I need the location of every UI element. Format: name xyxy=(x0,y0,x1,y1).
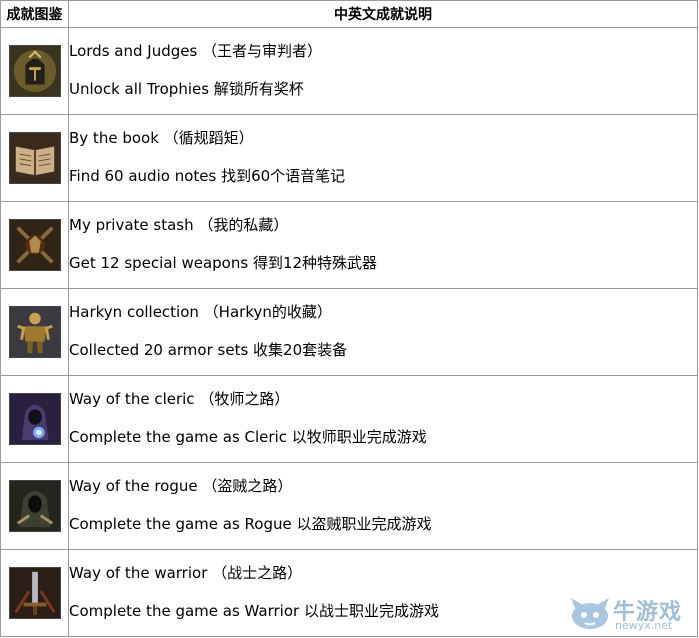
hooded-cleric-icon xyxy=(8,393,61,445)
table-row: My private stash （我的私藏） Get 12 special w… xyxy=(0,201,698,289)
achievement-title: Way of the cleric （牧师之路） xyxy=(69,390,290,408)
table-row: Way of the rogue （盗贼之路） Complete the gam… xyxy=(0,462,698,550)
table-row: Harkyn collection （Harkyn的收藏） Collected … xyxy=(0,288,698,376)
open-book-icon xyxy=(8,132,61,184)
achievement-title: Way of the warrior （战士之路） xyxy=(69,564,303,582)
achievement-title: Lords and Judges （王者与审判者） xyxy=(69,42,323,60)
achievement-description: Find 60 audio notes 找到60个语音笔记 xyxy=(69,167,346,185)
site-watermark: 牛游戏 newyx.net xyxy=(569,594,693,634)
achievement-description: Unlock all Trophies 解锁所有奖杯 xyxy=(69,80,304,98)
achievement-title: Harkyn collection （Harkyn的收藏） xyxy=(69,303,332,321)
mascot-logo-icon xyxy=(571,598,609,629)
achievement-description: Complete the game as Cleric 以牧师职业完成游戏 xyxy=(69,428,427,446)
achievement-description: Get 12 special weapons 得到12种特殊武器 xyxy=(69,254,378,272)
achievement-description: Collected 20 armor sets 收集20套装备 xyxy=(69,341,348,359)
header-description-column: 中英文成就说明 xyxy=(68,0,698,28)
achievement-description: Complete the game as Rogue 以盗贼职业完成游戏 xyxy=(69,515,432,533)
knight-helm-icon xyxy=(8,45,61,97)
sword-warrior-icon xyxy=(8,567,61,619)
armored-figure-icon xyxy=(8,306,61,358)
header-icon-column: 成就图鉴 xyxy=(0,0,69,28)
watermark-url: newyx.net xyxy=(615,619,673,632)
table-row: By the book （循规蹈矩） Find 60 audio notes 找… xyxy=(0,114,698,202)
achievement-title: Way of the rogue （盗贼之路） xyxy=(69,477,293,495)
hooded-rogue-icon xyxy=(8,480,61,532)
weapons-crest-icon xyxy=(8,219,61,271)
achievement-title: By the book （循规蹈矩） xyxy=(69,129,254,147)
table-row: Lords and Judges （王者与审判者） Unlock all Tro… xyxy=(0,27,698,115)
header-row: 成就图鉴 中英文成就说明 xyxy=(0,0,698,28)
achievements-table: 成就图鉴 中英文成就说明 Lords and Judges （王者与审判者） U… xyxy=(0,0,698,637)
achievement-title: My private stash （我的私藏） xyxy=(69,216,289,234)
table-row: Way of the cleric （牧师之路） Complete the ga… xyxy=(0,375,698,463)
